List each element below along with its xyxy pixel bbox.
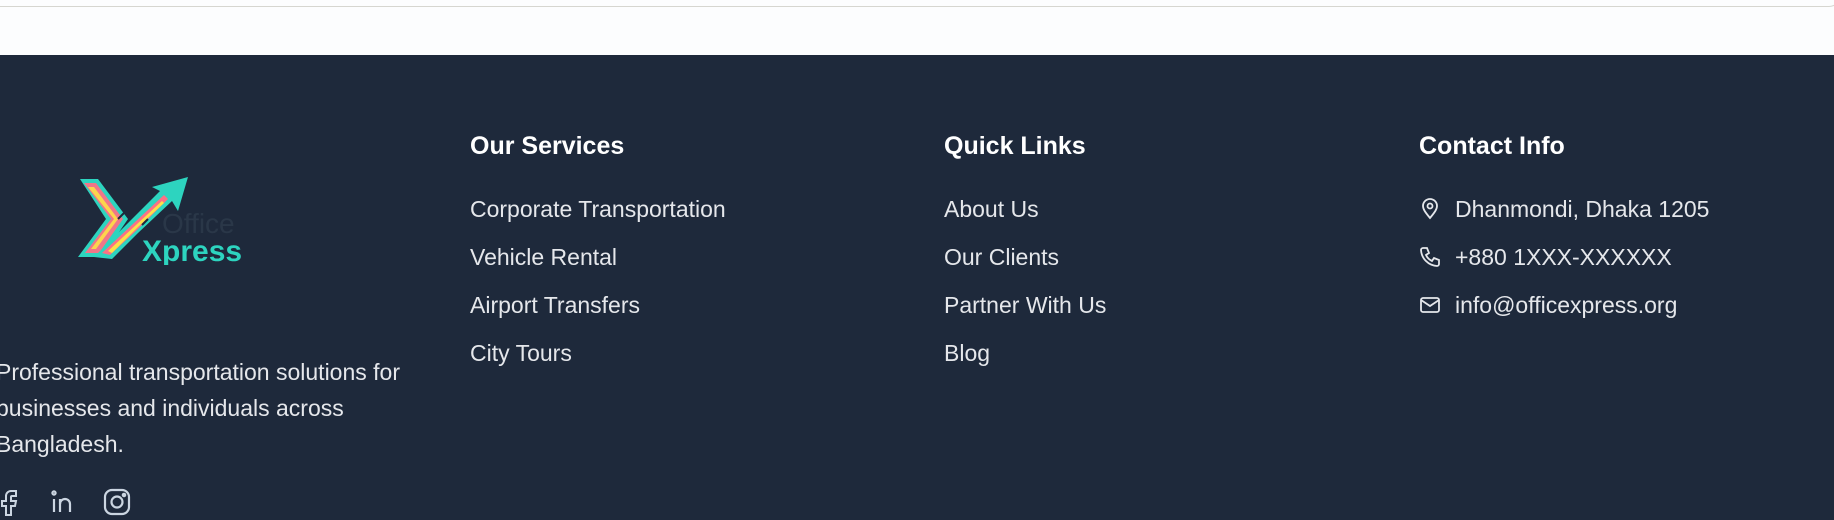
- quick-link-blog[interactable]: Blog: [944, 340, 990, 366]
- list-item: Vehicle Rental: [470, 243, 726, 271]
- service-link-vehicle-rental[interactable]: Vehicle Rental: [470, 244, 617, 270]
- site-footer: Office Xpress Professional transportatio…: [0, 55, 1834, 520]
- contact-address: Dhanmondi, Dhaka 1205: [1455, 196, 1710, 222]
- page-content-end: [0, 0, 1834, 55]
- service-link-city-tours[interactable]: City Tours: [470, 340, 572, 366]
- page: Office Xpress Professional transportatio…: [0, 0, 1834, 520]
- list-item: Blog: [944, 339, 1106, 367]
- contact-list: Dhanmondi, Dhaka 1205 +880 1XXX-XXXXXX i…: [1419, 195, 1709, 319]
- facebook-icon[interactable]: [0, 487, 24, 517]
- footer-tagline: Professional transportation solutions fo…: [0, 359, 400, 457]
- contact-phone-item: +880 1XXX-XXXXXX: [1419, 243, 1709, 271]
- contact-phone-link[interactable]: +880 1XXX-XXXXXX: [1455, 243, 1672, 271]
- svg-text:Xpress: Xpress: [142, 235, 242, 265]
- mail-icon: [1419, 294, 1441, 316]
- list-item: Our Clients: [944, 243, 1106, 271]
- content-card-bottom-edge: [0, 0, 1834, 7]
- list-item: About Us: [944, 195, 1106, 223]
- quick-link-partner-with-us[interactable]: Partner With Us: [944, 292, 1106, 318]
- contact-email-item: info@officexpress.org: [1419, 291, 1709, 319]
- footer-quick-links-column: Quick Links About Us Our Clients Partner…: [944, 131, 1106, 387]
- officexpress-logo[interactable]: Office Xpress: [72, 173, 272, 265]
- service-link-corporate-transportation[interactable]: Corporate Transportation: [470, 196, 726, 222]
- services-heading: Our Services: [470, 132, 625, 160]
- services-list: Corporate Transportation Vehicle Rental …: [470, 195, 726, 367]
- quick-link-our-clients[interactable]: Our Clients: [944, 244, 1059, 270]
- list-item: City Tours: [470, 339, 726, 367]
- quick-links-heading: Quick Links: [944, 132, 1086, 160]
- quick-link-about-us[interactable]: About Us: [944, 196, 1039, 222]
- map-pin-icon: [1419, 198, 1441, 220]
- contact-email-link[interactable]: info@officexpress.org: [1455, 291, 1677, 319]
- footer-services-column: Our Services Corporate Transportation Ve…: [470, 131, 726, 387]
- service-link-airport-transfers[interactable]: Airport Transfers: [470, 292, 640, 318]
- contact-address-item: Dhanmondi, Dhaka 1205: [1419, 195, 1709, 223]
- linkedin-icon[interactable]: [48, 487, 78, 517]
- phone-icon: [1419, 246, 1441, 268]
- list-item: Corporate Transportation: [470, 195, 726, 223]
- list-item: Partner With Us: [944, 291, 1106, 319]
- footer-brand-column: Office Xpress Professional transportatio…: [0, 55, 420, 520]
- list-item: Airport Transfers: [470, 291, 726, 319]
- quick-links-list: About Us Our Clients Partner With Us Blo…: [944, 195, 1106, 367]
- instagram-icon[interactable]: [102, 487, 132, 517]
- logo-mark-icon: Office Xpress: [78, 177, 242, 265]
- footer-contact-column: Contact Info Dhanmondi, Dhaka 1205 +880 …: [1419, 131, 1709, 339]
- contact-heading: Contact Info: [1419, 132, 1565, 160]
- social-links: [0, 485, 132, 519]
